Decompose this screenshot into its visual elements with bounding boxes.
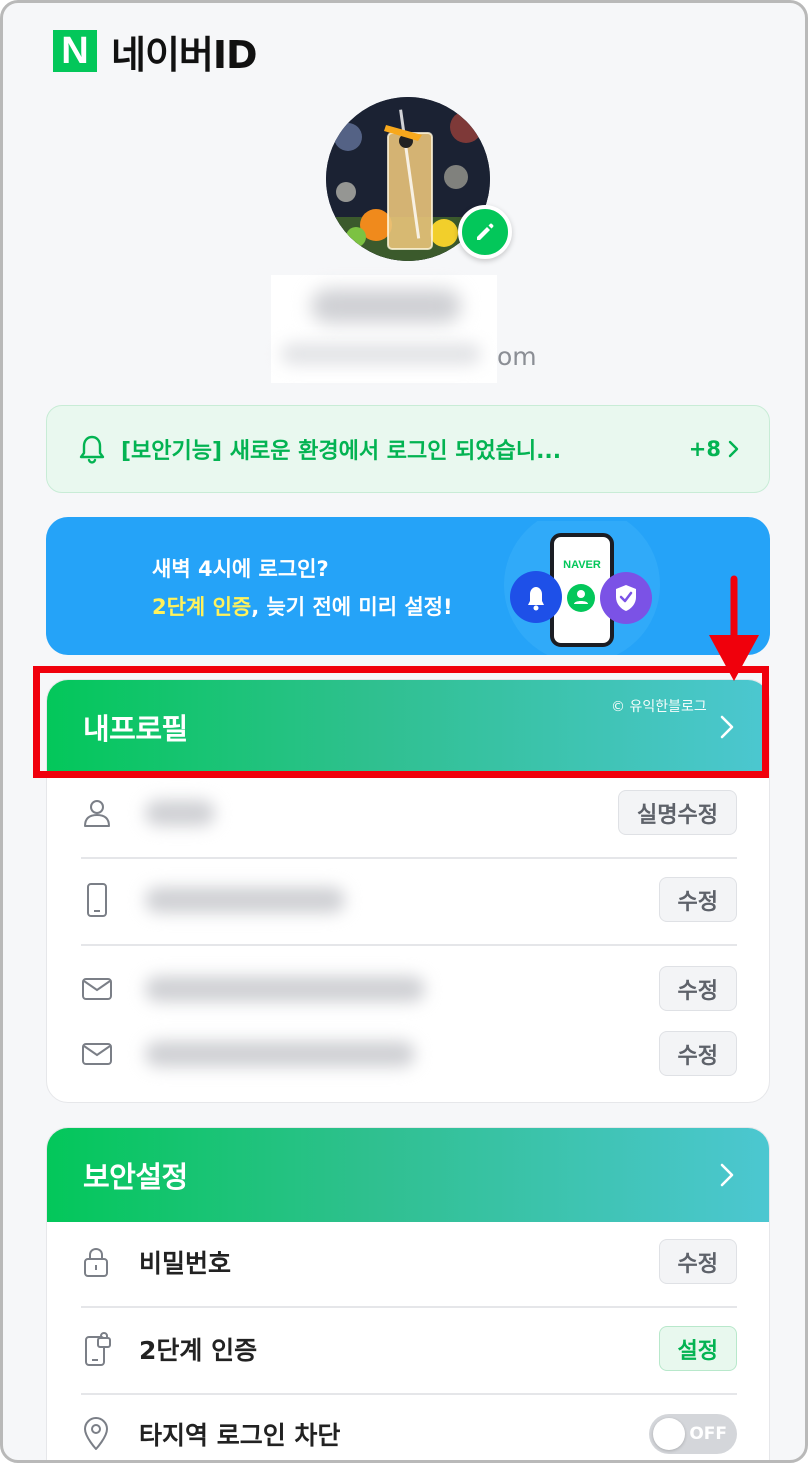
notice-text: [보안기능] 새로운 환경에서 로그인 되었습니... xyxy=(121,439,562,464)
security-row-2fa: 2단계 인증 설정 xyxy=(81,1326,737,1371)
profile-avatar[interactable] xyxy=(326,97,512,261)
red-arrow-annotation xyxy=(709,575,759,681)
location-pin-icon xyxy=(81,1414,125,1454)
phone-lock-icon xyxy=(81,1329,125,1369)
banner-illustration: NAVER xyxy=(502,517,672,655)
divider xyxy=(81,1393,737,1395)
naver-id-logo[interactable]: N 네이버ID xyxy=(53,29,258,77)
notice-count: +8 xyxy=(689,437,739,461)
profile-row-name: 실명수정 xyxy=(81,790,737,835)
divider xyxy=(81,944,737,946)
blurred-email-value xyxy=(145,1040,415,1067)
blurred-name-value xyxy=(145,799,215,826)
setup-two-step-button[interactable]: 설정 xyxy=(658,1326,737,1371)
toggle-knob xyxy=(653,1418,685,1450)
app-title: 네이버ID xyxy=(111,32,258,77)
chevron-right-icon xyxy=(728,440,739,458)
notice-count-value: +8 xyxy=(688,437,721,461)
two-step-promo-banner[interactable]: 새벽 4시에 로그인? 2단계 인증, 늦기 전에 미리 설정! NAVER xyxy=(46,517,770,655)
region-block-toggle[interactable]: OFF xyxy=(649,1414,737,1454)
blurred-phone-value xyxy=(145,886,345,913)
pencil-icon xyxy=(477,223,494,240)
security-notice-bar[interactable]: [보안기능] 새로운 환경에서 로그인 되었습니... +8 xyxy=(46,405,770,493)
security-row-password: 비밀번호 수정 xyxy=(81,1239,737,1284)
security-row-region-block: 타지역 로그인 차단 OFF xyxy=(81,1414,737,1454)
toggle-state-label: OFF xyxy=(689,1424,727,1444)
region-block-label: 타지역 로그인 차단 xyxy=(139,1421,341,1450)
security-settings-card: 보안설정 비밀번호 수정 2단계 인증 설정 타지역 로그인 차단 OFF xyxy=(46,1127,770,1460)
profile-row-phone: 수정 xyxy=(81,877,737,922)
email-suffix: om xyxy=(497,342,537,371)
edit-phone-button[interactable]: 수정 xyxy=(658,877,737,922)
profile-row-email: 수정 xyxy=(81,966,737,1011)
edit-real-name-button[interactable]: 실명수정 xyxy=(618,790,737,835)
security-settings-title: 보안설정 xyxy=(83,1160,188,1194)
bell-icon xyxy=(79,433,109,465)
edit-password-button[interactable]: 수정 xyxy=(658,1239,737,1284)
naver-n-icon: N xyxy=(53,30,97,72)
banner-line-2: 2단계 인증, 늦기 전에 미리 설정! xyxy=(152,591,453,621)
red-highlight-annotation xyxy=(33,666,769,778)
divider xyxy=(81,1306,737,1308)
divider xyxy=(81,857,737,859)
blurred-user-name xyxy=(271,275,497,383)
edit-avatar-button[interactable] xyxy=(458,205,512,259)
lock-icon xyxy=(81,1242,125,1282)
two-step-auth-label: 2단계 인증 xyxy=(139,1335,258,1365)
person-icon xyxy=(81,793,125,833)
mail-icon xyxy=(81,1034,125,1074)
banner-phone-label: NAVER xyxy=(563,559,601,571)
chevron-right-icon xyxy=(720,1163,734,1187)
password-label: 비밀번호 xyxy=(139,1248,232,1278)
mail-icon xyxy=(81,969,125,1009)
banner-highlight: 2단계 인증 xyxy=(152,595,252,619)
security-settings-header[interactable]: 보안설정 xyxy=(47,1128,769,1222)
edit-email-2-button[interactable]: 수정 xyxy=(658,1031,737,1076)
banner-line-2-rest: , 늦기 전에 미리 설정! xyxy=(251,595,453,619)
profile-row-email-2: 수정 xyxy=(81,1031,737,1076)
banner-line-1: 새벽 4시에 로그인? xyxy=(152,557,329,581)
blurred-email-value xyxy=(145,975,425,1002)
phone-icon xyxy=(81,880,125,920)
edit-email-button[interactable]: 수정 xyxy=(658,966,737,1011)
